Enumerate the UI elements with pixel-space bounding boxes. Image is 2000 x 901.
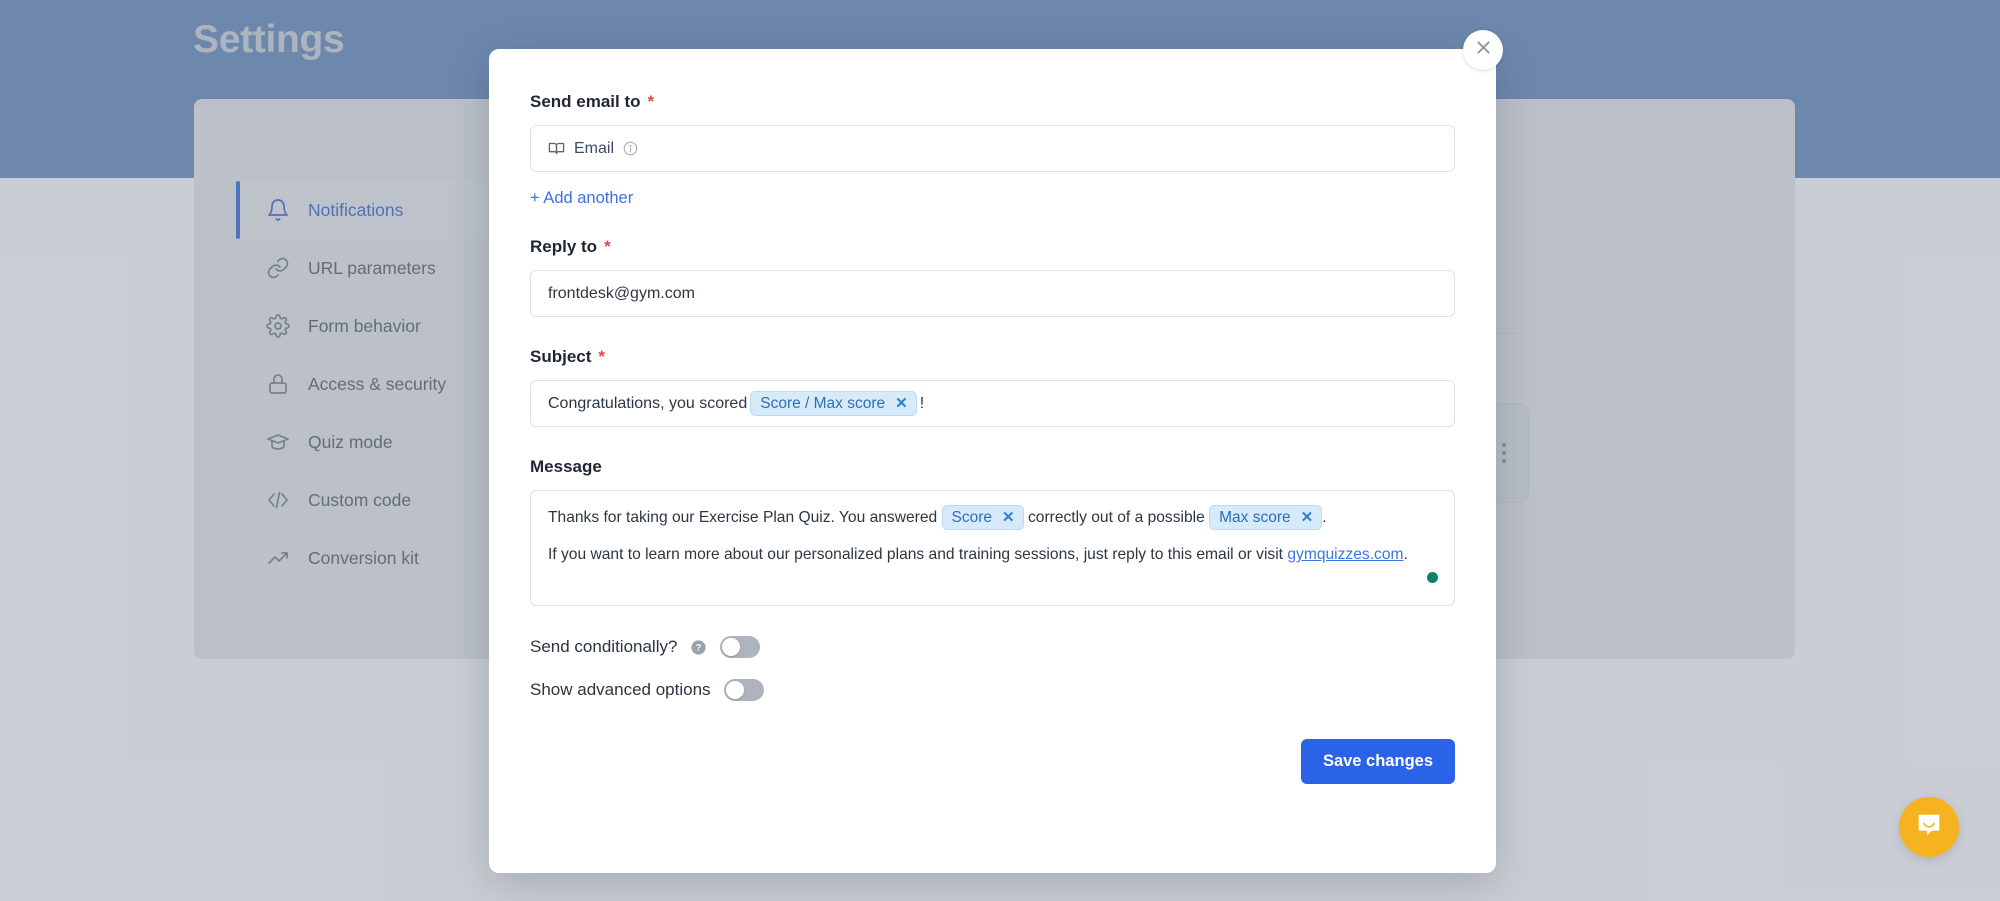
modal-footer: Save changes: [530, 739, 1455, 784]
send-email-to-input[interactable]: Email: [530, 125, 1455, 172]
modal-body: Send email to * Email + Add another Repl…: [530, 92, 1455, 784]
close-icon: [1474, 38, 1493, 62]
svg-text:?: ?: [696, 642, 702, 652]
reply-to-value: frontdesk@gym.com: [548, 284, 695, 302]
message-text-4: If you want to learn more about our pers…: [548, 546, 1284, 564]
show-advanced-options-toggle[interactable]: [723, 679, 764, 701]
send-conditionally-label: Send conditionally?: [530, 637, 678, 656]
message-link-gymquizzes[interactable]: gymquizzes.com: [1287, 546, 1403, 563]
info-icon[interactable]: [623, 141, 638, 156]
token-label: Score / Max score: [760, 394, 886, 412]
subject-text-after: !: [919, 394, 925, 412]
subject-token-score-max[interactable]: Score / Max score ✕: [750, 391, 917, 416]
token-label: Score: [951, 509, 993, 527]
show-advanced-options-label: Show advanced options: [530, 680, 711, 699]
app-root: Settings Notifications URL parameters Fo…: [0, 0, 2000, 901]
close-icon[interactable]: ✕: [895, 396, 908, 411]
chat-launcher-button[interactable]: [1899, 797, 1959, 857]
send-conditionally-toggle[interactable]: [720, 636, 761, 658]
required-marker: *: [647, 92, 655, 111]
field-label-text: Subject: [530, 347, 592, 366]
toggle-knob: [725, 681, 744, 699]
message-paragraph-1: Thanks for taking our Exercise Plan Quiz…: [548, 505, 1437, 531]
message-text-3: .: [1322, 509, 1327, 526]
token-label: Max score: [1219, 509, 1291, 527]
message-token-max-score[interactable]: Max score ✕: [1209, 505, 1323, 531]
reply-to-label: Reply to *: [530, 237, 1455, 257]
required-marker: *: [604, 237, 611, 256]
email-notification-modal: Send email to * Email + Add another Repl…: [489, 49, 1496, 873]
message-editor[interactable]: Thanks for taking our Exercise Plan Quiz…: [530, 490, 1455, 606]
message-paragraph-2: If you want to learn more about our pers…: [548, 542, 1437, 567]
message-text-1: Thanks for taking our Exercise Plan Quiz…: [548, 509, 938, 526]
message-token-score[interactable]: Score ✕: [941, 505, 1024, 531]
message-label: Message: [530, 457, 1455, 477]
message-text-2: correctly out of a possible: [1027, 509, 1205, 526]
email-placeholder-label: Email: [574, 139, 615, 157]
field-label-text: Message: [530, 457, 602, 476]
add-another-link[interactable]: + Add another: [530, 189, 633, 208]
message-text-5: .: [1403, 546, 1408, 564]
show-advanced-options-row: Show advanced options: [530, 675, 1455, 705]
close-icon[interactable]: ✕: [1002, 510, 1015, 525]
modal-close-button[interactable]: [1463, 30, 1503, 70]
reply-to-input[interactable]: frontdesk@gym.com: [530, 270, 1455, 317]
email-placeholder-token[interactable]: Email: [548, 140, 638, 158]
save-changes-button[interactable]: Save changes: [1300, 739, 1455, 784]
book-icon: [548, 140, 565, 157]
field-label-text: Reply to: [530, 237, 598, 256]
help-circle-icon[interactable]: ?: [690, 639, 707, 656]
status-dot: [1427, 572, 1438, 583]
toggle-knob: [722, 638, 741, 656]
send-email-to-label: Send email to *: [530, 92, 1455, 112]
subject-text-before: Congratulations, you scored: [548, 394, 748, 412]
required-marker: *: [598, 347, 606, 366]
subject-label: Subject *: [530, 347, 1455, 367]
chat-bubble-icon: [1914, 810, 1944, 845]
close-icon[interactable]: ✕: [1301, 510, 1314, 525]
field-label-text: Send email to: [530, 92, 641, 111]
subject-input[interactable]: Congratulations, you scored Score / Max …: [530, 380, 1455, 427]
send-conditionally-row: Send conditionally? ?: [530, 632, 1455, 662]
